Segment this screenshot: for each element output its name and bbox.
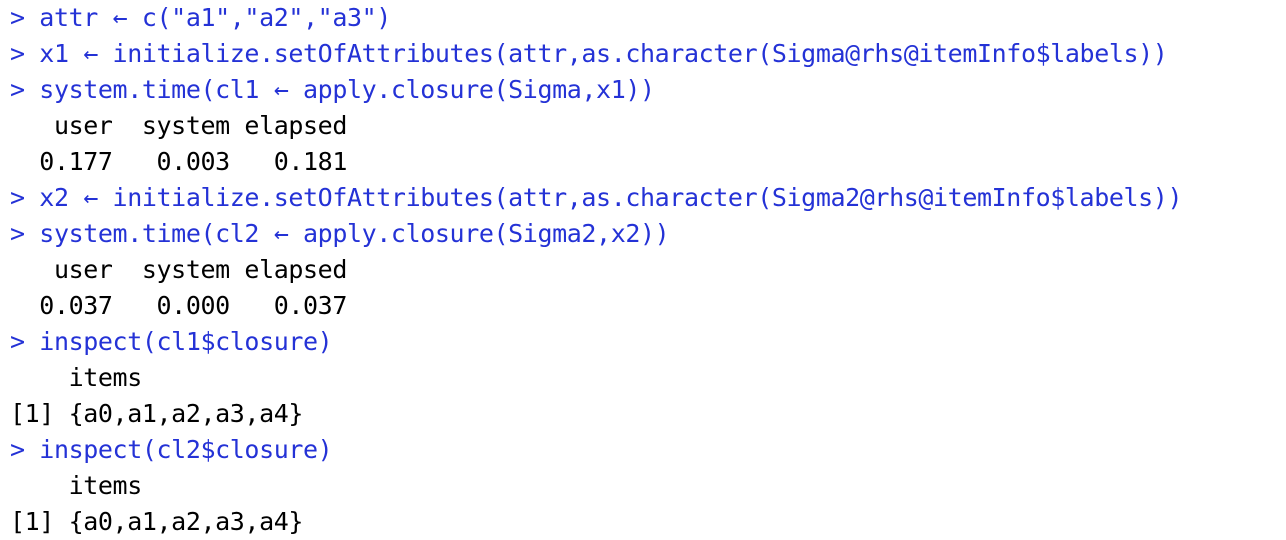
console-input-line: > inspect(cl1$closure) — [10, 327, 333, 356]
console-input-line: > inspect(cl2$closure) — [10, 435, 333, 464]
console-input-line: > system.time(cl1 ← apply.closure(Sigma,… — [10, 75, 655, 104]
console-output-line: 0.037 0.000 0.037 — [10, 291, 347, 320]
console-input-line: > x1 ← initialize.setOfAttributes(attr,a… — [10, 39, 1168, 68]
r-console[interactable]: > attr ← c("a1","a2","a3") > x1 ← initia… — [0, 0, 1286, 536]
console-input-line: > system.time(cl2 ← apply.closure(Sigma2… — [10, 219, 670, 248]
console-output-line: user system elapsed — [10, 111, 347, 140]
console-output-line: items — [10, 363, 143, 392]
console-output-line: user system elapsed — [10, 255, 347, 284]
console-output-line: 0.177 0.003 0.181 — [10, 147, 347, 176]
console-output-line: items — [10, 471, 143, 500]
console-output-line: [1] {a0,a1,a2,a3,a4} — [10, 399, 304, 428]
console-input-line: > attr ← c("a1","a2","a3") — [10, 3, 391, 32]
console-input-line: > x2 ← initialize.setOfAttributes(attr,a… — [10, 183, 1183, 212]
console-output-line: [1] {a0,a1,a2,a3,a4} — [10, 507, 304, 536]
